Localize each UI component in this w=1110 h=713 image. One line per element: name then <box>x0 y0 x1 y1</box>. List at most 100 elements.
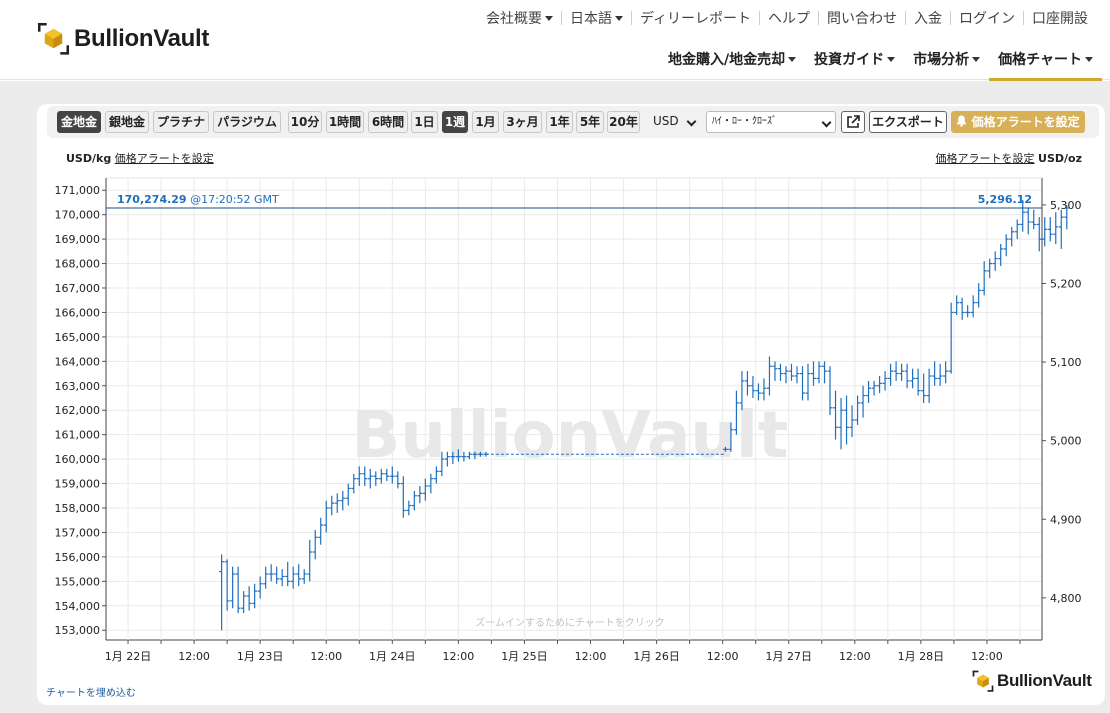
ohlc-bar <box>943 361 949 384</box>
ohlc-bar <box>860 385 866 418</box>
ohlc-bar <box>904 363 910 389</box>
ohlc-bar <box>877 376 883 394</box>
ohlc-bar <box>1058 209 1064 249</box>
x-tick-label: 12:00 <box>839 650 871 663</box>
right-tick-label: 5,100 <box>1050 356 1082 369</box>
ohlc-bar <box>241 591 247 614</box>
current-price-time: @17:20:52 GMT <box>187 193 279 206</box>
ohlc-bar <box>334 493 340 513</box>
ohlc-bar <box>921 373 927 403</box>
current-price-kg-value: 170,274.29 <box>117 193 187 206</box>
left-tick-label: 154,000 <box>55 600 101 613</box>
ohlc-bar <box>1025 207 1031 235</box>
ohlc-bar <box>789 363 794 381</box>
ohlc-bar <box>800 366 805 401</box>
ohlc-bar <box>268 564 274 582</box>
x-tick-label: 12:00 <box>178 650 210 663</box>
ohlc-bar <box>761 378 767 401</box>
right-tick-label: 5,000 <box>1050 435 1082 448</box>
right-tick-label: 4,900 <box>1050 513 1082 526</box>
ohlc-bar <box>893 361 899 381</box>
ohlc-bar <box>1042 217 1048 247</box>
ohlc-bar <box>246 586 252 611</box>
ohlc-bar <box>805 363 811 401</box>
left-tick-label: 158,000 <box>55 502 101 515</box>
ohlc-bar <box>838 398 844 450</box>
ohlc-bar <box>219 554 225 631</box>
left-axis-labels: 153,000 154,000 155,000 156,000 157,000 158,0… <box>55 184 101 637</box>
left-tick-label: 171,000 <box>55 184 101 197</box>
x-tick-label: 1月 24日 <box>369 650 416 663</box>
ohlc-bar <box>816 361 822 384</box>
ohlc-bar <box>965 305 971 318</box>
left-tick-label: 168,000 <box>55 258 101 271</box>
ohlc-bar <box>345 483 351 506</box>
left-tick-label: 160,000 <box>55 453 101 466</box>
x-tick-label: 12:00 <box>707 650 739 663</box>
ohlc-bar <box>959 297 965 320</box>
embed-chart-link[interactable]: チャートを埋め込む <box>46 684 136 699</box>
x-tick-label: 1月 26日 <box>633 650 680 663</box>
ohlc-bar <box>1047 217 1053 242</box>
ohlc-bar <box>992 251 998 271</box>
ohlc-bar <box>772 361 778 381</box>
ohlc-bar <box>323 500 329 533</box>
ohlc-bar <box>329 495 335 516</box>
ohlc-bar <box>1009 226 1015 247</box>
left-tick-label: 156,000 <box>55 551 101 564</box>
ohlc-bar <box>1036 217 1042 252</box>
zoom-hint: ズームインするためにチャートをクリック <box>475 616 665 629</box>
left-tick-label: 155,000 <box>55 575 101 588</box>
ohlc-bar <box>915 368 921 396</box>
ohlc-bar <box>844 395 850 445</box>
ohlc-bar <box>750 376 756 398</box>
ohlc-bar <box>888 363 894 386</box>
current-price-oz-label: 5,296.12 <box>978 193 1032 206</box>
ohlc-bar <box>285 561 291 587</box>
ohlc-bar <box>822 361 827 384</box>
ohlc-bar <box>395 471 401 489</box>
x-tick-label: 1月 28日 <box>898 650 945 663</box>
ohlc-bar <box>224 559 230 611</box>
chart-watermark: BullionVault <box>352 399 789 473</box>
ohlc-bar <box>318 517 324 545</box>
ohlc-bar <box>976 283 982 308</box>
x-tick-label: 1月 22日 <box>105 650 152 663</box>
ohlc-bar <box>400 476 406 518</box>
ohlc-bar <box>871 380 877 396</box>
ohlc-bar <box>932 361 938 386</box>
logo-cube-icon <box>972 670 994 692</box>
ohlc-bar <box>811 361 816 386</box>
left-tick-label: 162,000 <box>55 404 101 417</box>
left-tick-label: 170,000 <box>55 209 101 222</box>
ohlc-bar <box>1003 234 1009 257</box>
ohlc-bar <box>827 366 833 416</box>
ohlc-bar <box>279 569 285 587</box>
current-price-kg-label: 170,274.29 @17:20:52 GMT <box>117 193 279 206</box>
ohlc-bar <box>312 530 318 560</box>
right-axis-labels: 4,800 4,900 5,000 5,100 5,200 5,300 <box>1050 199 1082 605</box>
right-tick-label: 5,200 <box>1050 278 1082 291</box>
left-tick-label: 169,000 <box>55 233 101 246</box>
ohlc-bar <box>783 366 789 384</box>
ohlc-bar <box>794 366 800 384</box>
ohlc-bar <box>866 380 872 403</box>
left-tick-label: 163,000 <box>55 380 101 393</box>
x-tick-label: 1月 23日 <box>237 650 284 663</box>
ohlc-bar <box>882 371 888 391</box>
ohlc-bar <box>899 363 905 381</box>
x-tick-label: 12:00 <box>310 650 342 663</box>
ohlc-bar <box>296 564 302 587</box>
footer-logo: BullionVault <box>972 670 1092 692</box>
ohlc-bar <box>766 356 772 396</box>
current-price-line: 170,274.29 @17:20:52 GMT 5,296.12 <box>106 193 1042 209</box>
ohlc-bar <box>833 390 839 440</box>
ohlc-bar <box>417 486 423 504</box>
left-tick-label: 167,000 <box>55 282 101 295</box>
ohlc-bar <box>1031 209 1037 230</box>
x-tick-label: 12:00 <box>971 650 1003 663</box>
ohlc-bar <box>252 583 258 609</box>
left-tick-label: 153,000 <box>55 624 101 637</box>
price-chart[interactable]: BullionVault 153,000 154,000 155,000 156,00… <box>0 0 1110 713</box>
ohlc-bar <box>744 371 750 396</box>
